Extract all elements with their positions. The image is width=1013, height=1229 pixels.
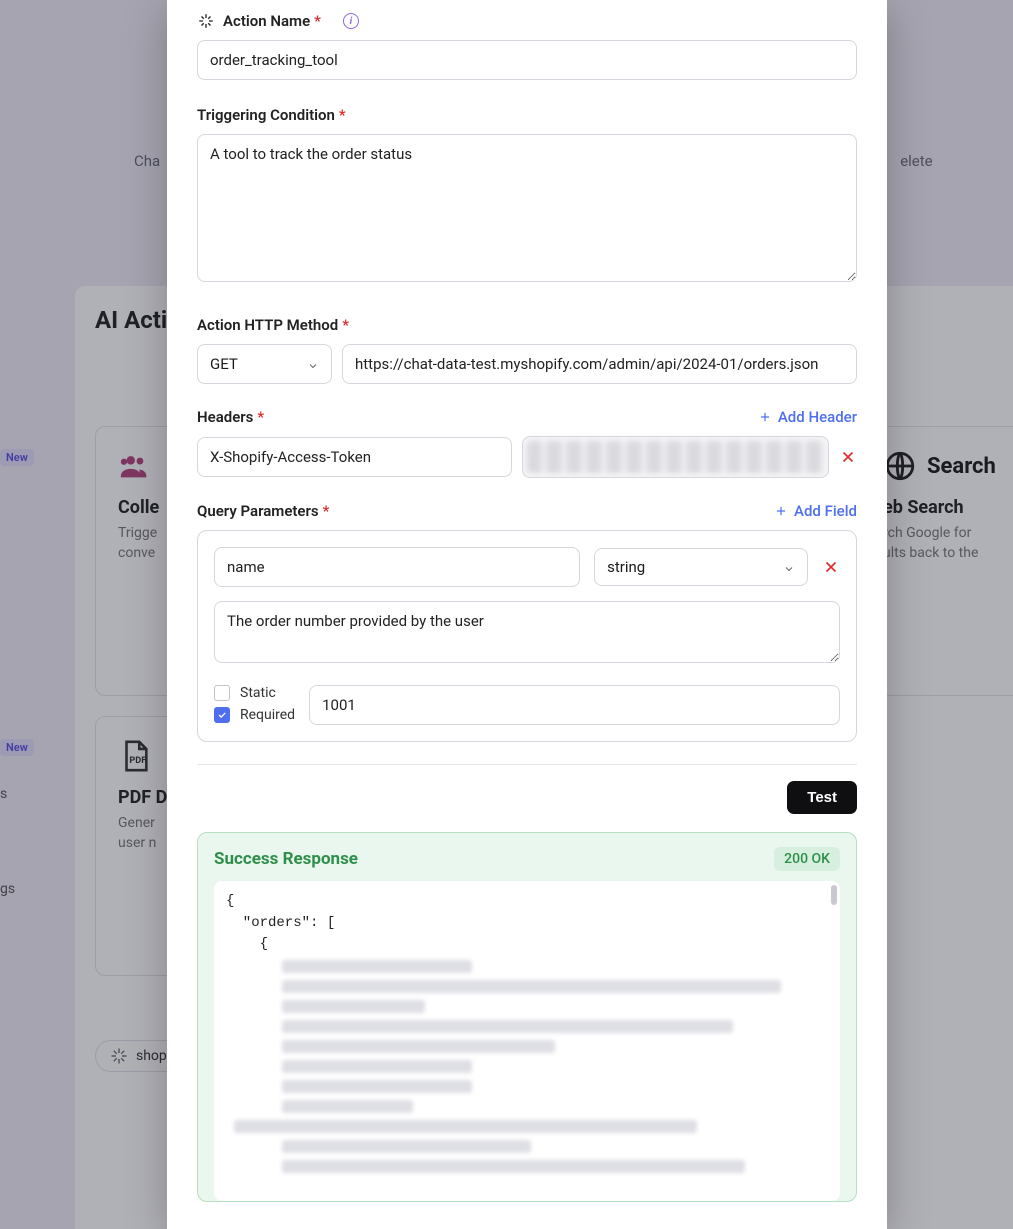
sparkle-icon [197, 12, 215, 30]
success-response-panel: Success Response 200 OK { "orders": [ { [197, 832, 857, 1202]
param-default-input[interactable] [309, 685, 840, 725]
required-asterisk: * [323, 502, 330, 520]
required-checkbox[interactable] [214, 707, 230, 723]
http-method-label: Action HTTP Method [197, 316, 338, 334]
header-key-input[interactable] [197, 437, 512, 477]
param-type-value: string [607, 558, 645, 576]
static-checkbox-label: Static [240, 685, 276, 701]
query-parameter-card: string The order number provided by the … [197, 530, 857, 742]
scrollbar-thumb[interactable] [831, 885, 837, 905]
plus-icon [774, 504, 788, 518]
delete-header-button[interactable] [839, 448, 857, 466]
param-name-input[interactable] [214, 547, 580, 587]
plus-icon [758, 410, 772, 424]
delete-param-button[interactable] [822, 558, 840, 576]
response-body[interactable]: { "orders": [ { [214, 881, 840, 1201]
query-parameters-label: Query Parameters [197, 502, 319, 520]
response-title: Success Response [214, 849, 358, 869]
action-name-input[interactable] [197, 40, 857, 80]
required-asterisk: * [342, 316, 349, 334]
chevron-down-icon [307, 358, 319, 370]
required-asterisk: * [314, 12, 321, 30]
response-redacted-lines [234, 960, 828, 1173]
required-asterisk: * [257, 408, 264, 426]
triggering-condition-label: Triggering Condition [197, 106, 335, 124]
static-checkbox[interactable] [214, 685, 230, 701]
status-badge: 200 OK [774, 847, 840, 871]
headers-label: Headers [197, 408, 253, 426]
chevron-down-icon [783, 561, 795, 573]
triggering-condition-input[interactable]: A tool to track the order status [197, 134, 857, 282]
test-button[interactable]: Test [787, 781, 857, 814]
header-value-input-redacted[interactable] [522, 436, 829, 478]
add-header-button[interactable]: Add Header [758, 408, 857, 426]
param-type-select[interactable]: string [594, 548, 808, 586]
required-checkbox-label: Required [240, 707, 295, 723]
action-config-modal: Action Name* i Triggering Condition* A t… [167, 0, 887, 1229]
response-json-line: { [226, 934, 828, 956]
http-method-value: GET [210, 355, 238, 373]
param-description-input[interactable]: The order number provided by the user [214, 601, 840, 663]
action-name-label: Action Name [223, 12, 310, 30]
required-asterisk: * [339, 106, 346, 124]
section-divider [197, 764, 857, 765]
add-field-button[interactable]: Add Field [774, 502, 857, 520]
http-method-select[interactable]: GET [197, 344, 332, 384]
endpoint-url-input[interactable] [342, 344, 857, 384]
info-icon[interactable]: i [343, 13, 359, 29]
response-json-line: { [226, 891, 828, 913]
response-json-line: "orders": [ [226, 913, 828, 935]
